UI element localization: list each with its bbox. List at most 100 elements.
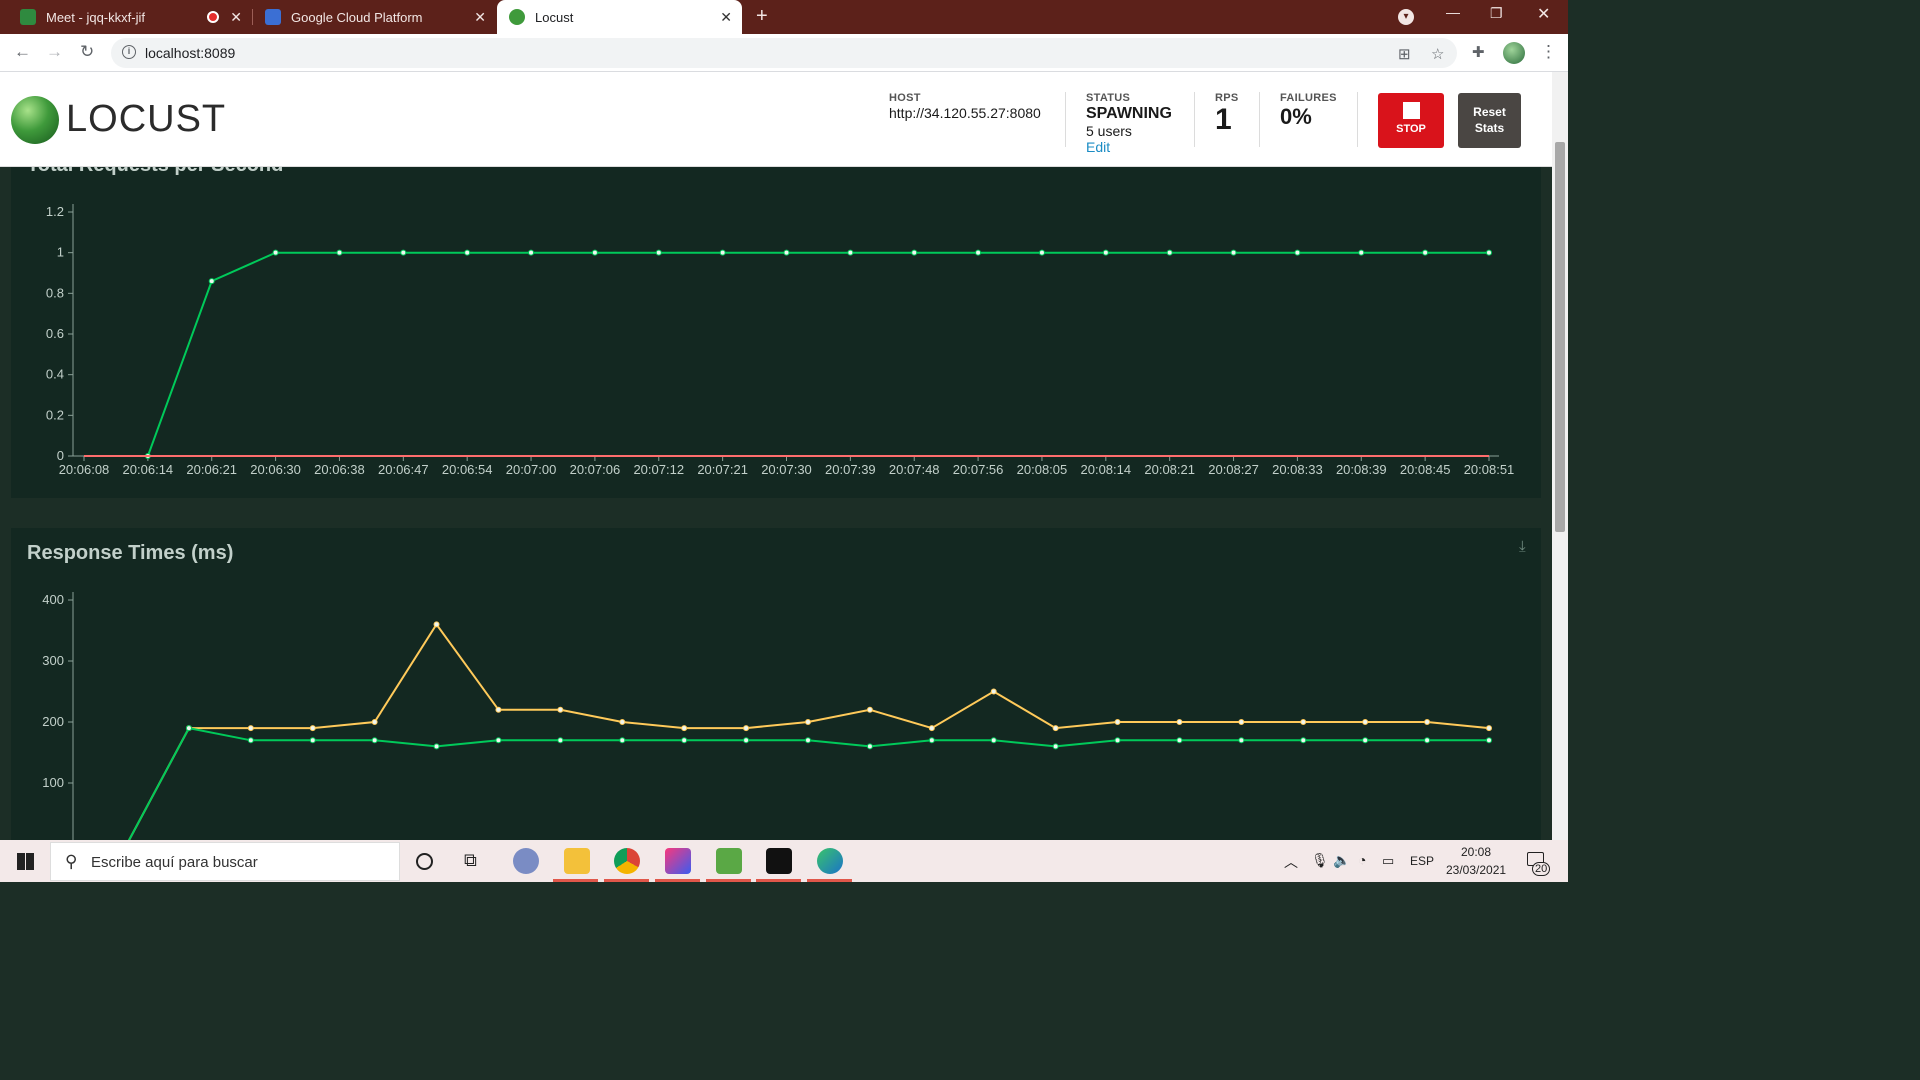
divider [1357,92,1358,147]
y-tick-label: 200 [42,714,64,729]
tab-title: Google Cloud Platform [291,9,423,25]
forward-icon[interactable]: → [46,42,63,62]
extensions-icon[interactable]: ✚ [1472,43,1485,61]
menu-icon[interactable]: ⋮ [1540,42,1557,62]
terminal-icon[interactable] [766,848,792,874]
windows-taskbar: ⚲ Escribe aquí para buscar ⧉ ︿ 🎙 🔈 ◔ ▭ E… [0,840,1568,882]
data-point [847,249,854,256]
data-point [681,737,688,744]
locust-logo-icon [11,96,59,144]
battery-icon[interactable]: ▭ [1382,853,1394,869]
stop-icon [1402,102,1420,119]
tray-overflow-icon[interactable]: ︿ [1284,852,1298,872]
locust-logo-text: LOCUST [66,98,227,140]
x-tick-label: 20:07:30 [761,462,812,477]
data-point [371,719,378,725]
close-tab-icon[interactable]: ✕ [230,9,242,26]
data-point [1114,719,1121,725]
file-explorer-icon[interactable] [564,848,590,874]
data-point [433,621,440,628]
url-text[interactable]: localhost:8089 [145,45,235,61]
edit-link[interactable]: Edit [1086,139,1172,155]
data-point [1052,725,1059,732]
data-point [336,249,343,256]
data-point [1238,737,1245,744]
series-line [84,251,1489,457]
data-point [247,725,254,732]
x-tick-label: 20:06:21 [186,462,237,477]
close-tab-icon[interactable]: ✕ [720,9,732,26]
image-viewer-icon[interactable] [716,848,742,874]
reset-stats-button[interactable]: Reset Stats [1458,93,1521,148]
tab-title: Locust [535,9,574,25]
volume-icon[interactable]: 🔈 [1333,852,1350,869]
x-tick-label: 20:06:54 [442,462,493,477]
close-window-icon[interactable]: ✕ [1537,4,1550,24]
x-tick-label: 20:08:51 [1464,462,1515,477]
close-tab-icon[interactable]: ✕ [474,9,486,26]
new-tab-button[interactable]: + [756,5,768,28]
cortana-icon[interactable] [416,853,433,870]
tab-search-icon[interactable]: ▾ [1398,9,1414,25]
data-point [309,737,316,744]
data-point [1358,249,1365,256]
x-tick-label: 20:08:05 [1017,462,1068,477]
x-tick-label: 20:08:21 [1144,462,1195,477]
x-tick-label: 20:08:45 [1400,462,1451,477]
site-info-icon[interactable]: i [122,45,136,59]
data-point [557,737,564,744]
data-point [805,737,811,744]
y-tick-label: 400 [42,592,64,607]
task-view-icon[interactable]: ⧉ [464,850,477,871]
profile-avatar[interactable] [1503,42,1525,64]
failures-value: 0% [1280,104,1312,129]
notification-count: 20 [1532,862,1551,876]
tab-google-cloud[interactable]: Google Cloud Platform ✕ [253,0,496,34]
active-indicator [553,879,598,882]
divider [1194,92,1195,147]
x-tick-label: 20:07:00 [506,462,557,477]
back-icon[interactable]: ← [14,42,31,62]
edge-icon[interactable] [817,848,843,874]
data-point [1230,249,1237,256]
page-scrollbar[interactable] [1552,72,1568,840]
data-point [619,737,626,744]
bookmark-star-icon[interactable]: ☆ [1431,45,1444,63]
search-icon: ⚲ [65,852,78,871]
x-tick-label: 20:06:30 [250,462,301,477]
recording-icon [207,11,219,23]
data-point [1362,737,1369,744]
windows-start-icon[interactable] [17,853,34,870]
divider [1259,92,1260,147]
taskbar-search[interactable]: ⚲ Escribe aquí para buscar [50,842,400,881]
data-point [1486,725,1492,732]
tab-locust[interactable]: Locust ✕ [497,0,742,34]
input-language[interactable]: ESP [1410,854,1434,868]
data-point [866,743,873,750]
reset-label: Stats [1474,121,1505,135]
clock-date[interactable]: 23/03/2021 [1446,863,1506,877]
scrollbar-thumb[interactable] [1555,142,1565,532]
tab-meet[interactable]: Meet - jqq-kkxf-jif ✕ [0,0,252,34]
reload-icon[interactable]: ↻ [80,42,94,62]
y-tick-label: 0.2 [46,407,64,422]
clock-time[interactable]: 20:08 [1461,845,1491,859]
maximize-icon[interactable]: ❐ [1490,5,1503,22]
x-tick-label: 20:06:14 [123,462,174,477]
intellij-icon[interactable] [665,848,691,874]
app-icon[interactable] [513,848,539,874]
omnibox[interactable]: i localhost:8089 ⊞ ☆ [111,38,1457,68]
stop-button[interactable]: STOP [1378,93,1444,148]
translate-icon[interactable]: ⊞ [1398,45,1411,63]
data-point [1300,737,1307,744]
wifi-icon[interactable]: ◔ [1358,852,1366,868]
data-point [1102,249,1109,256]
data-point [1486,249,1492,256]
microphone-icon[interactable]: 🎙 [1311,852,1329,869]
data-point [1038,249,1045,256]
status-label: STATUS [1086,92,1131,104]
active-indicator [655,879,700,882]
chrome-icon[interactable] [614,848,640,874]
user-count: 5 users [1086,123,1132,139]
minimize-icon[interactable]: — [1446,4,1460,20]
